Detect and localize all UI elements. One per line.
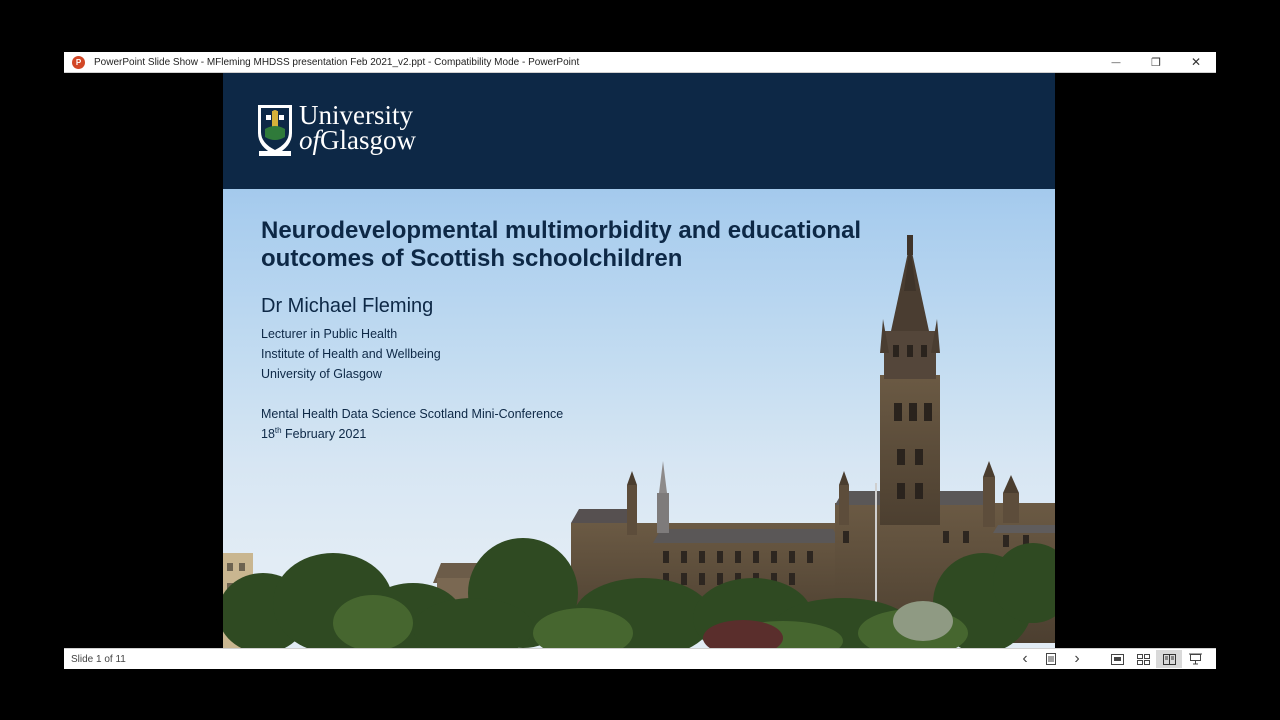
window-controls: — ❐ ✕ [1096,52,1216,72]
restore-button[interactable]: ❐ [1136,52,1176,72]
slideshow-status-bar: Slide 1 of 11 ‹ › [64,648,1216,669]
powerpoint-window: P PowerPoint Slide Show - MFleming MHDSS… [64,52,1216,669]
powerpoint-icon: P [72,55,85,69]
slide-sorter-button[interactable] [1130,650,1156,668]
chevron-right-icon: › [1074,650,1080,667]
logo-text-glasgow: Glasgow [320,125,417,155]
normal-view-icon [1110,653,1124,665]
restore-icon: ❐ [1151,56,1161,69]
previous-slide-button[interactable]: ‹ [1012,650,1038,668]
university-crest-icon [258,105,292,156]
window-title: PowerPoint Slide Show - MFleming MHDSS p… [94,56,580,68]
chevron-left-icon: ‹ [1022,650,1028,667]
event-name: Mental Health Data Science Scotland Mini… [261,407,564,421]
slideshow-controls: ‹ › [1012,650,1208,668]
reading-view-icon [1162,653,1176,665]
presenter-institute: Institute of Health and Wellbeing [261,347,441,361]
logo-text-of: of [299,125,321,155]
event-date-suffix: th [274,425,282,435]
slideshow-icon [1188,653,1202,665]
slide-sorter-icon [1136,653,1150,665]
slide-menu-icon [1046,653,1056,665]
minimize-icon: — [1111,57,1121,67]
presenter-name: Dr Michael Fleming [261,295,434,317]
reading-view-button[interactable] [1156,650,1182,668]
slide-title: Neurodevelopmental multimorbidity and ed… [261,217,862,272]
slide-stage[interactable]: University ofGlasgow Neurodevelopmental … [64,73,1216,648]
slide-header-band: University ofGlasgow [223,73,1055,189]
minimize-button[interactable]: — [1096,52,1136,72]
slide-menu-button[interactable] [1038,650,1064,668]
university-logo: University ofGlasgow [257,102,417,157]
event-date-day: 18 [261,427,275,441]
close-icon: ✕ [1190,55,1202,69]
slide-counter: Slide 1 of 11 [71,653,126,665]
presenter-details: Lecturer in Public Health Institute of H… [261,324,563,444]
presenter-role: Lecturer in Public Health [261,327,398,341]
close-button[interactable]: ✕ [1176,52,1216,72]
event-date-rest: February 2021 [281,427,367,441]
event-date: 18th February 2021 [261,424,563,444]
slideshow-button[interactable] [1182,650,1208,668]
presenter-university: University of Glasgow [261,367,382,381]
slide[interactable]: University ofGlasgow Neurodevelopmental … [223,73,1055,648]
next-slide-button[interactable]: › [1064,650,1090,668]
title-bar: P PowerPoint Slide Show - MFleming MHDSS… [64,52,1216,73]
normal-view-button[interactable] [1104,650,1130,668]
